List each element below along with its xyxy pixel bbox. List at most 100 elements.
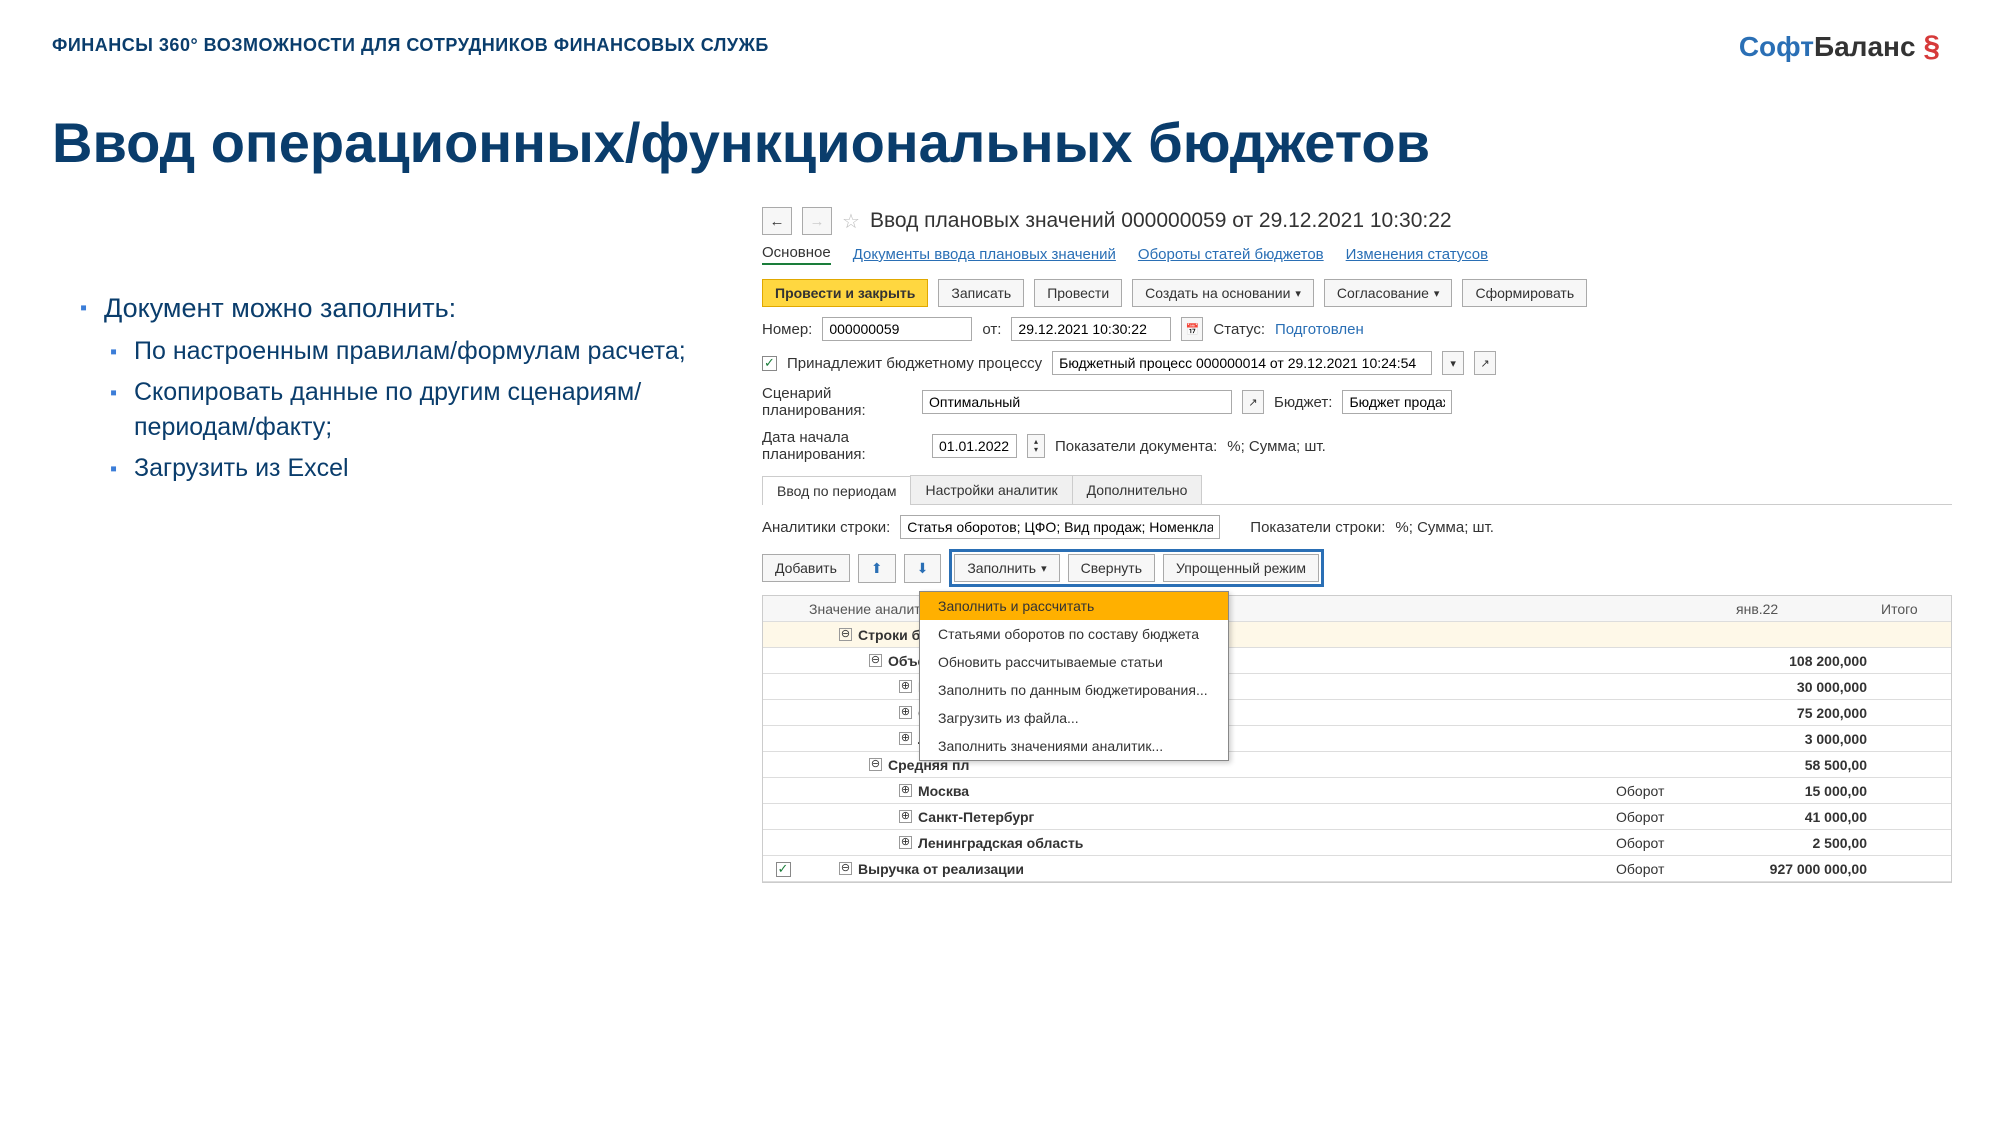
nav-forward-button[interactable]: → [802,207,832,235]
row-indicators-label: Показатели строки: [1250,519,1385,536]
row-value: 927 000 000,00 [1736,861,1881,877]
logo-part2: Баланс [1814,31,1916,62]
favorite-icon[interactable]: ☆ [842,209,860,234]
nav-back-button[interactable]: ← [762,207,792,235]
nav-link-status[interactable]: Изменения статусов [1346,246,1488,263]
fill-dropdown: Заполнить и рассчитать Статьями оборотов… [919,591,1229,761]
budget-label: Бюджет: [1274,394,1332,411]
expand-icon[interactable]: ⊕ [899,706,912,719]
toolbar: Провести и закрыть Записать Провести Соз… [762,279,1952,307]
date-input[interactable] [1011,317,1171,341]
row-name: Выручка от реализации [858,861,1024,877]
row-value: 15 000,00 [1736,783,1881,799]
document-title: Ввод плановых значений 000000059 от 29.1… [870,209,1452,233]
nav-link-main[interactable]: Основное [762,244,831,265]
col-total: Итого [1881,601,1951,617]
save-button[interactable]: Записать [938,279,1024,307]
bullet-item-1: Скопировать данные по другим сценариям/ … [110,375,720,445]
nav-links: Основное Документы ввода плановых значен… [762,244,1952,265]
row-value: 58 500,00 [1736,757,1881,773]
row-value: 30 000,000 [1736,679,1881,695]
process-checkbox[interactable]: ✓ [762,356,777,371]
status-label: Статус: [1213,321,1265,338]
bullet-list: Документ можно заполнить: По настроенным… [60,290,720,492]
row-value: 2 500,00 [1736,835,1881,851]
number-label: Номер: [762,321,812,338]
row-name: Санкт-Петербург [918,809,1034,825]
row-value: 3 000,000 [1736,731,1881,747]
indicators-value: %; Сумма; шт. [1227,438,1326,455]
expand-icon[interactable]: ⊖ [869,654,882,667]
startdate-input[interactable] [932,434,1017,458]
tab-periods[interactable]: Ввод по периодам [762,476,911,505]
dd-fill-calc[interactable]: Заполнить и рассчитать [920,592,1228,620]
tab-analytics[interactable]: Настройки аналитик [910,475,1072,504]
page-header: ФИНАНСЫ 360° ВОЗМОЖНОСТИ ДЛЯ СОТРУДНИКОВ… [52,35,769,56]
col-period: янв.22 [1736,601,1881,617]
process-input[interactable] [1052,351,1432,375]
nav-link-docs[interactable]: Документы ввода плановых значений [853,246,1116,263]
dd-from-file[interactable]: Загрузить из файла... [920,704,1228,732]
bullet-item-0: По настроенным правилам/формулам расчета… [110,334,720,369]
row-type: Оборот [1616,861,1736,877]
process-open-icon[interactable]: ↗ [1474,351,1496,375]
post-button[interactable]: Провести [1034,279,1122,307]
move-down-button[interactable]: ⬇ [904,554,942,583]
bullet-main: Документ можно заполнить: [80,290,720,328]
bullet-item-2: Загрузить из Excel [110,451,720,486]
row-name: Ленинградская область [918,835,1083,851]
expand-icon[interactable]: ⊖ [869,758,882,771]
scenario-open-icon[interactable]: ↗ [1242,390,1264,414]
expand-icon[interactable]: ⊕ [899,836,912,849]
date-label: от: [982,321,1001,338]
row-name: Москва [918,783,969,799]
approval-button[interactable]: Согласование [1324,279,1453,307]
expand-icon[interactable]: ⊕ [899,732,912,745]
expand-icon[interactable]: ⊖ [839,628,852,641]
generate-button[interactable]: Сформировать [1462,279,1587,307]
move-up-button[interactable]: ⬆ [858,554,896,583]
table-row[interactable]: ⊕ Москва Оборот15 000,00 [763,778,1951,804]
dd-by-analytics[interactable]: Заполнить значениями аналитик... [920,732,1228,760]
table-row[interactable]: ⊕ Санкт-Петербург Оборот41 000,00 [763,804,1951,830]
logo: СофтБаланс § [1739,30,1940,64]
row-indicators-value: %; Сумма; шт. [1395,519,1494,536]
startdate-spinner[interactable]: ▴▾ [1027,434,1045,458]
logo-icon: § [1923,30,1940,63]
expand-icon[interactable]: ⊕ [899,810,912,823]
analytics-row-input[interactable] [900,515,1220,539]
row-value: 108 200,000 [1736,653,1881,669]
table-row[interactable]: ⊕ Ленинградская область Оборот2 500,00 [763,830,1951,856]
data-table: Значение аналити янв.22 Итого ⊖Строки бю… [762,595,1952,883]
startdate-label: Дата начала планирования: [762,429,922,463]
fill-button[interactable]: Заполнить [954,554,1059,582]
expand-icon[interactable]: ⊕ [899,680,912,693]
app-screenshot: ← → ☆ Ввод плановых значений 000000059 о… [762,204,1952,883]
calendar-icon[interactable]: 📅 [1181,317,1203,341]
expand-icon[interactable]: ⊖ [839,862,852,875]
row-type: Оборот [1616,783,1736,799]
budget-input[interactable] [1342,390,1452,414]
scenario-label: Сценарий планирования: [762,385,912,419]
scenario-input[interactable] [922,390,1232,414]
row-checkbox[interactable]: ✓ [776,862,791,877]
dd-update-calc[interactable]: Обновить рассчитываемые статьи [920,648,1228,676]
post-close-button[interactable]: Провести и закрыть [762,279,928,307]
add-button[interactable]: Добавить [762,554,850,582]
collapse-button[interactable]: Свернуть [1068,554,1155,582]
status-link[interactable]: Подготовлен [1275,321,1364,338]
row-type: Оборот [1616,809,1736,825]
simple-mode-button[interactable]: Упрощенный режим [1163,554,1319,582]
create-based-button[interactable]: Создать на основании [1132,279,1314,307]
process-dropdown-icon[interactable]: ▾ [1442,351,1464,375]
dd-by-articles[interactable]: Статьями оборотов по составу бюджета [920,620,1228,648]
tabs: Ввод по периодам Настройки аналитик Допо… [762,475,1952,505]
expand-icon[interactable]: ⊕ [899,784,912,797]
row-type: Оборот [1616,835,1736,851]
nav-link-turnovers[interactable]: Обороты статей бюджетов [1138,246,1324,263]
tab-additional[interactable]: Дополнительно [1072,475,1203,504]
number-input[interactable] [822,317,972,341]
table-row[interactable]: ✓ ⊖ Выручка от реализации Оборот927 000 000… [763,856,1951,882]
dd-by-budgeting[interactable]: Заполнить по данным бюджетирования... [920,676,1228,704]
row-value: 41 000,00 [1736,809,1881,825]
